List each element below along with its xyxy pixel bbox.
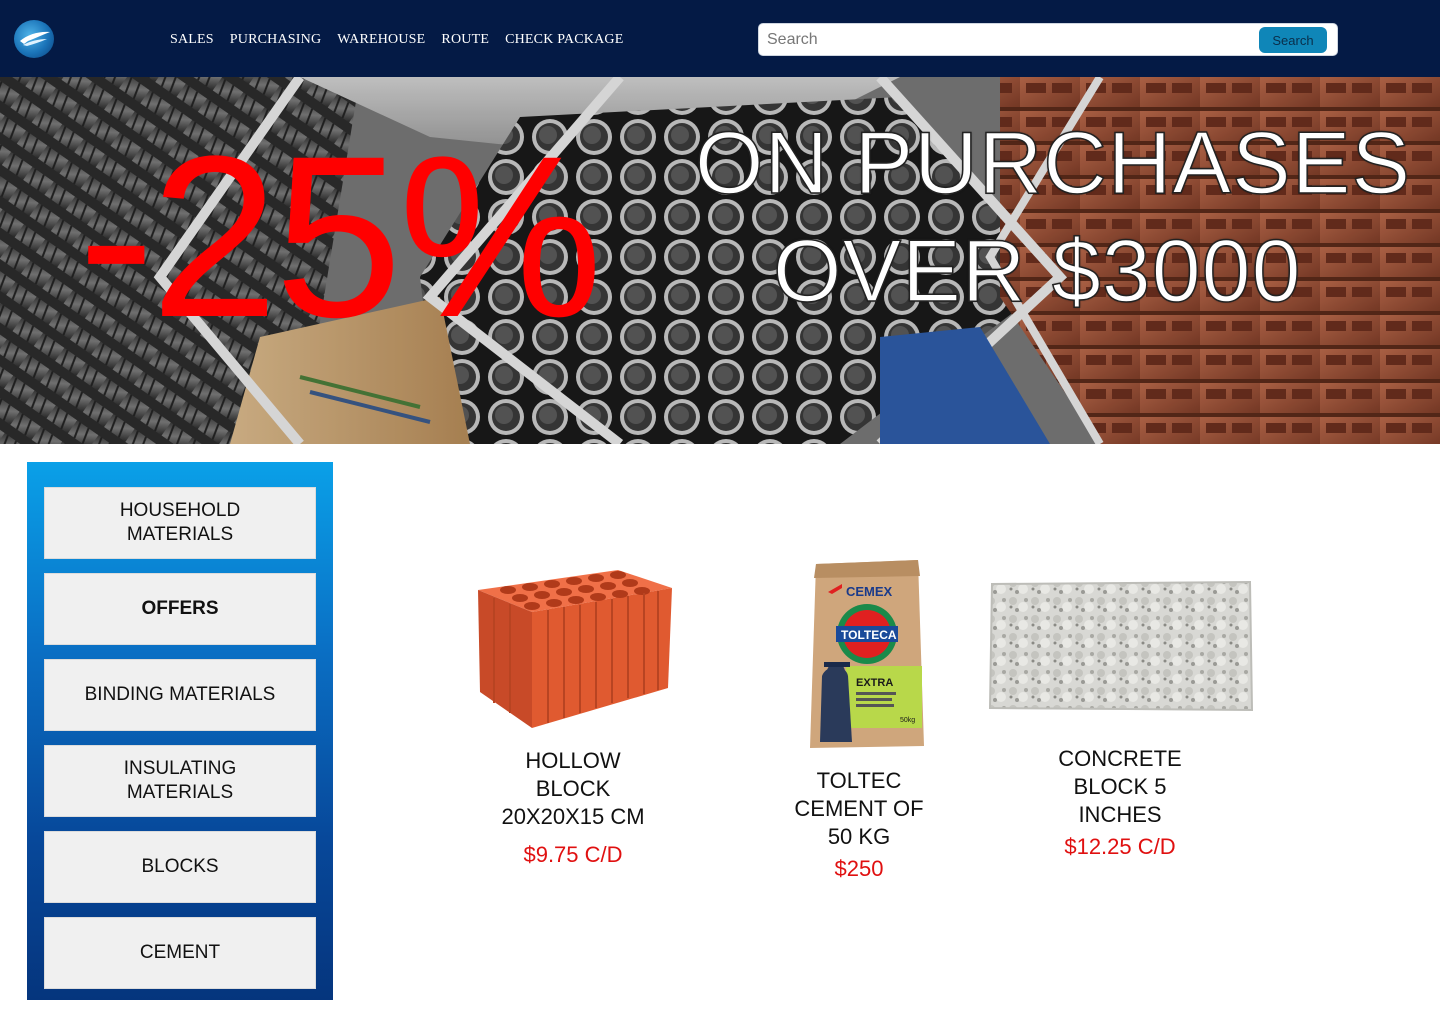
- bird-wing-icon[interactable]: [14, 20, 54, 58]
- category-label: HOUSEHOLD MATERIALS: [119, 500, 241, 545]
- bag-product-text: TOLTECA: [841, 628, 897, 642]
- category-insulating-materials[interactable]: INSULATING MATERIALS: [44, 745, 316, 817]
- bag-variant-text: EXTRA: [856, 677, 893, 689]
- nav-route[interactable]: ROUTE: [441, 30, 489, 50]
- category-household-materials[interactable]: HOUSEHOLD MATERIALS: [44, 487, 316, 559]
- nav-purchasing[interactable]: PURCHASING: [230, 30, 321, 50]
- hollow-block-image[interactable]: [468, 560, 678, 730]
- promo-line-2: OVER $3000: [772, 221, 1302, 320]
- promo-banner[interactable]: -25% ON PURCHASES OVER $3000: [0, 77, 1440, 444]
- category-sidebar: HOUSEHOLD MATERIALS OFFERS BINDING MATER…: [27, 462, 333, 1000]
- top-navigation-bar: SALES PURCHASING WAREHOUSE ROUTE CHECK P…: [0, 0, 1440, 77]
- category-label: BLOCKS: [141, 856, 219, 877]
- search-input[interactable]: [767, 28, 1257, 52]
- search-bar: Search: [758, 23, 1338, 56]
- product-name: HOLLOW BLOCK 20X20X15 CM: [501, 748, 645, 829]
- category-offers[interactable]: OFFERS: [44, 573, 316, 645]
- discount-text: -25%: [78, 108, 603, 365]
- product-name: TOLTEC CEMENT OF 50 KG: [794, 768, 924, 849]
- cement-bag-image[interactable]: CEMEX TOLTECA EXTRA 50kg: [802, 556, 932, 752]
- category-label: OFFERS: [141, 598, 219, 619]
- promo-line-1: ON PURCHASES: [694, 113, 1412, 212]
- product-price: $250: [834, 856, 884, 881]
- product-card[interactable]: CONCRETE BLOCK 5 INCHES $12.25 C/D: [985, 578, 1255, 861]
- category-label: BINDING MATERIALS: [84, 684, 276, 705]
- product-card[interactable]: CEMEX TOLTECA EXTRA 50kg TOLTEC CEMENT O…: [778, 556, 940, 883]
- category-binding-materials[interactable]: BINDING MATERIALS: [44, 659, 316, 731]
- nav-sales[interactable]: SALES: [170, 30, 214, 50]
- nav-warehouse[interactable]: WAREHOUSE: [337, 30, 425, 50]
- concrete-block-image[interactable]: [986, 578, 1254, 714]
- category-label: CEMENT: [139, 942, 221, 963]
- product-price: $12.25 C/D: [1064, 834, 1176, 859]
- main-nav: SALES PURCHASING WAREHOUSE ROUTE CHECK P…: [170, 30, 639, 50]
- product-card[interactable]: HOLLOW BLOCK 20X20X15 CM $9.75 C/D: [468, 560, 678, 869]
- search-button[interactable]: Search: [1259, 27, 1327, 53]
- category-blocks[interactable]: BLOCKS: [44, 831, 316, 903]
- bag-brand-text: CEMEX: [846, 584, 893, 599]
- category-label: INSULATING MATERIALS: [123, 758, 237, 803]
- product-name: CONCRETE BLOCK 5 INCHES: [1058, 746, 1182, 827]
- category-cement[interactable]: CEMENT: [44, 917, 316, 989]
- product-price: $9.75 C/D: [523, 842, 623, 867]
- bag-weight-text: 50kg: [900, 717, 915, 724]
- nav-check-package[interactable]: CHECK PACKAGE: [505, 30, 623, 50]
